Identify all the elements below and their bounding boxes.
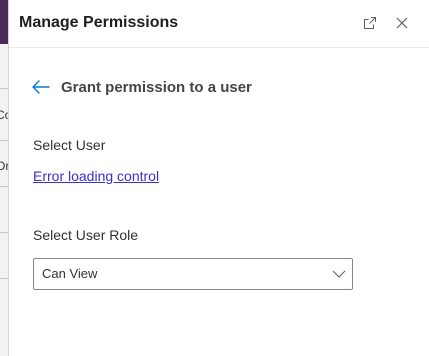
background-divider xyxy=(0,186,8,187)
subtitle: Grant permission to a user xyxy=(61,78,252,96)
back-button[interactable] xyxy=(29,75,53,99)
back-row: Grant permission to a user xyxy=(29,75,252,99)
manage-permissions-panel: Manage Permissions Grant permission to a… xyxy=(9,0,429,356)
background-divider xyxy=(0,88,8,89)
background-divider xyxy=(0,232,8,233)
screen: Co Or Manage Permissions xyxy=(0,0,429,356)
user-role-select-value: Can View xyxy=(42,266,98,281)
select-user-label: Select User xyxy=(33,137,106,153)
background-divider xyxy=(0,278,8,279)
error-loading-control-link[interactable]: Error loading control xyxy=(33,168,159,184)
background-divider xyxy=(0,140,8,141)
background-text-fragment: Or xyxy=(0,159,9,173)
background-app-header-band xyxy=(0,0,8,44)
select-user-role-label: Select User Role xyxy=(33,227,139,243)
close-icon xyxy=(396,17,408,29)
expand-button[interactable] xyxy=(359,12,381,34)
user-role-select[interactable]: Can View xyxy=(33,258,353,290)
panel-title: Manage Permissions xyxy=(19,14,179,31)
background-text-fragment: Co xyxy=(0,108,8,122)
back-arrow-icon xyxy=(32,80,50,94)
background-app-strip: Co Or xyxy=(0,0,9,356)
expand-icon xyxy=(364,17,376,29)
close-button[interactable] xyxy=(391,12,413,34)
chevron-down-icon xyxy=(332,270,346,278)
panel-header: Manage Permissions xyxy=(9,0,429,48)
